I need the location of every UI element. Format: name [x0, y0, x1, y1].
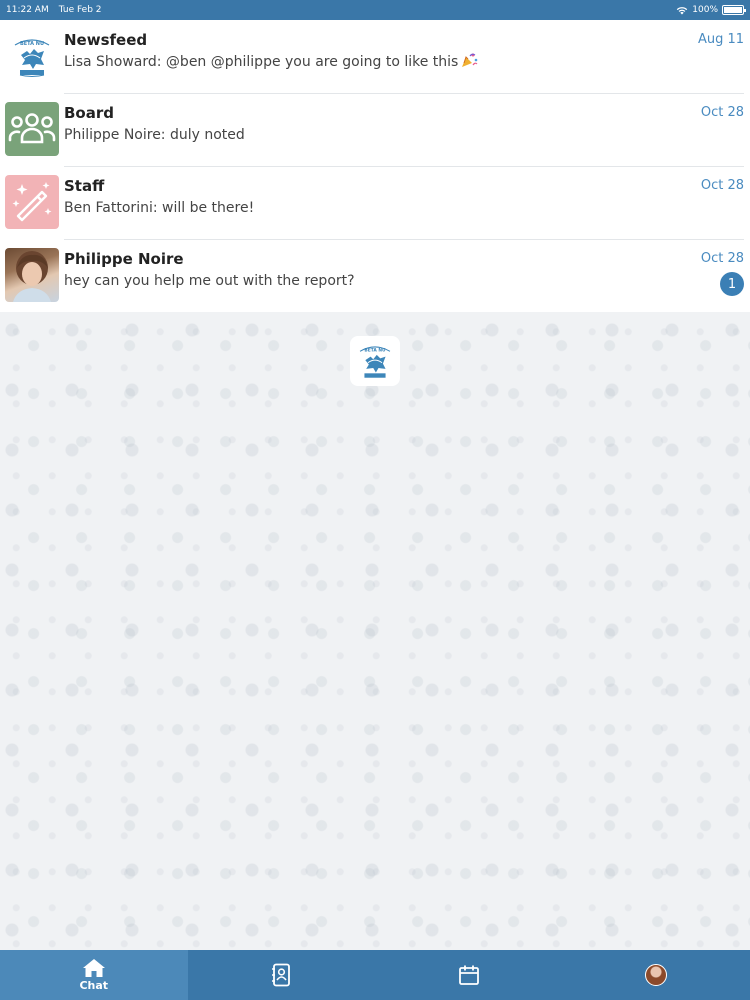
- chat-date: Oct 28: [700, 178, 744, 193]
- calendar-icon: [458, 965, 479, 985]
- tab-chat[interactable]: Chat: [0, 950, 188, 1000]
- chat-date: Aug 11: [697, 32, 744, 47]
- chat-item-staff[interactable]: Staff Ben Fattorini: will be there! Oct …: [0, 166, 750, 239]
- tab-calendar[interactable]: [375, 950, 563, 1000]
- chat-item-board[interactable]: Board Philippe Noire: duly noted Oct 28: [0, 93, 750, 166]
- group-people-icon: [5, 102, 59, 156]
- chat-date: Oct 28: [700, 105, 744, 120]
- chat-background: [0, 312, 750, 950]
- chat-name: Board: [64, 104, 114, 122]
- unread-badge: 1: [720, 272, 744, 296]
- profile-avatar: [645, 964, 668, 986]
- chat-date: Oct 28: [700, 251, 744, 266]
- chat-name: Newsfeed: [64, 31, 148, 49]
- chat-preview: Ben Fattorini: will be there!: [64, 200, 255, 216]
- chat-preview: Philippe Noire: duly noted: [64, 127, 245, 143]
- person-avatar: [5, 248, 59, 302]
- chat-preview-row: Lisa Showard: @ben @philippe you are goi…: [64, 52, 750, 72]
- magic-wand-icon: [5, 175, 59, 229]
- chat-item-philippe-noire[interactable]: Philippe Noire hey can you help me out w…: [0, 239, 750, 312]
- tab-profile[interactable]: [563, 950, 750, 1000]
- chat-name: Staff: [64, 177, 105, 195]
- status-date: Tue Feb 2: [58, 5, 102, 15]
- status-bar: 11:22 AM Tue Feb 2 100%: [0, 0, 750, 20]
- battery-percent: 100%: [692, 5, 718, 15]
- tab-label: Chat: [79, 979, 109, 992]
- chat-preview: Lisa Showard: @ben @philippe you are goi…: [64, 54, 459, 70]
- status-time: 11:22 AM: [6, 5, 49, 15]
- tab-contacts[interactable]: [188, 950, 376, 1000]
- org-logo-icon: BETA NU: [350, 336, 400, 386]
- svg-text:BETA NU: BETA NU: [364, 347, 386, 353]
- chat-name: Philippe Noire: [64, 250, 184, 268]
- tab-bar: Chat: [0, 950, 750, 1000]
- party-popper-icon: [462, 53, 478, 67]
- svg-text:BETA NU: BETA NU: [20, 41, 44, 47]
- chat-preview: hey can you help me out with the report?: [64, 273, 355, 289]
- wifi-icon: [677, 6, 688, 14]
- contacts-icon: [272, 963, 291, 987]
- chat-list: BETA NU Newsfeed Lisa Showard: @ben @phi…: [0, 20, 750, 312]
- battery-icon: [722, 5, 746, 15]
- org-logo-icon: BETA NU: [5, 29, 59, 83]
- chat-item-newsfeed[interactable]: BETA NU Newsfeed Lisa Showard: @ben @phi…: [0, 20, 750, 93]
- home-icon: [82, 959, 105, 977]
